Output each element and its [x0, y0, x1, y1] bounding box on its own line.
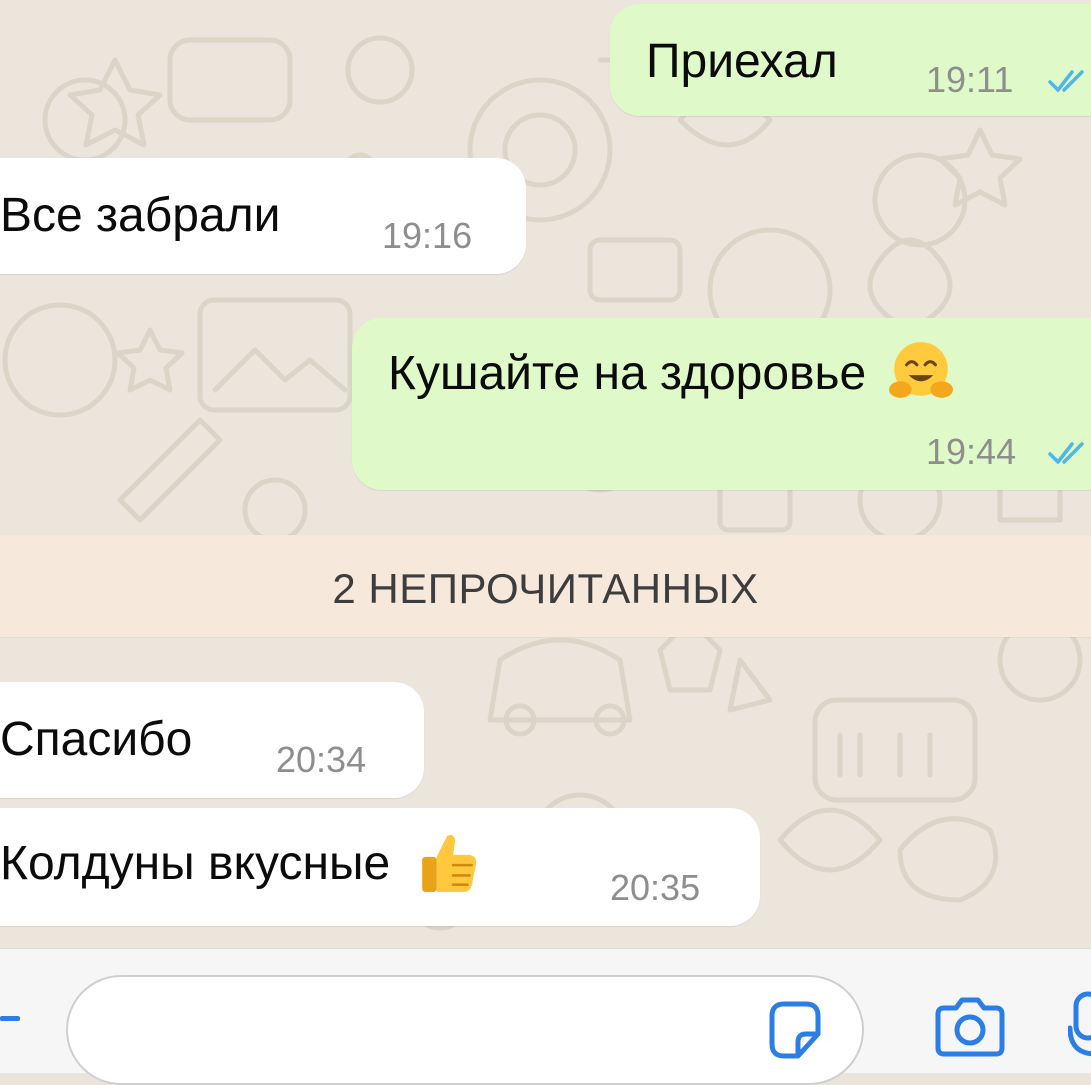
- message-text: Кушайте на здоровье: [388, 342, 954, 404]
- message-time: 19:44: [926, 431, 1017, 472]
- message-bubble-incoming[interactable]: Все забрали 19:16: [0, 158, 526, 274]
- read-ticks-icon: [1048, 442, 1084, 464]
- plus-icon[interactable]: [0, 1016, 20, 1021]
- message-time: 20:34: [276, 739, 367, 780]
- read-ticks-icon: [1048, 70, 1084, 92]
- unread-divider-label: 2 НЕПРОЧИТАННЫХ: [332, 565, 759, 612]
- message-time: 20:35: [610, 867, 701, 908]
- microphone-icon[interactable]: [1068, 988, 1091, 1072]
- message-bubble-incoming[interactable]: Колдуны вкусные 20:35: [0, 808, 760, 926]
- camera-icon[interactable]: [930, 996, 1010, 1060]
- unread-divider: 2 НЕПРОЧИТАННЫХ: [0, 535, 1091, 637]
- message-text: Колдуны вкусные: [0, 835, 482, 894]
- hugging-face-emoji-icon: [888, 342, 953, 399]
- message-text-content: Кушайте на здоровье: [388, 347, 867, 400]
- message-time: 19:11: [926, 59, 1014, 100]
- message-text: Все забрали: [0, 189, 281, 242]
- message-input[interactable]: [66, 975, 864, 1085]
- message-bubble-outgoing[interactable]: Кушайте на здоровье 19:44: [352, 318, 1091, 490]
- message-bubble-incoming[interactable]: Спасибо 20:34: [0, 682, 424, 798]
- sticker-icon[interactable]: [760, 996, 830, 1066]
- message-text: Приехал: [646, 35, 838, 88]
- message-text: Спасибо: [0, 713, 193, 766]
- message-bubble-outgoing[interactable]: Приехал 19:11: [610, 4, 1091, 116]
- message-text-content: Колдуны вкусные: [0, 837, 391, 890]
- thumbs-up-emoji-icon: [421, 835, 476, 893]
- message-time: 19:16: [382, 215, 473, 256]
